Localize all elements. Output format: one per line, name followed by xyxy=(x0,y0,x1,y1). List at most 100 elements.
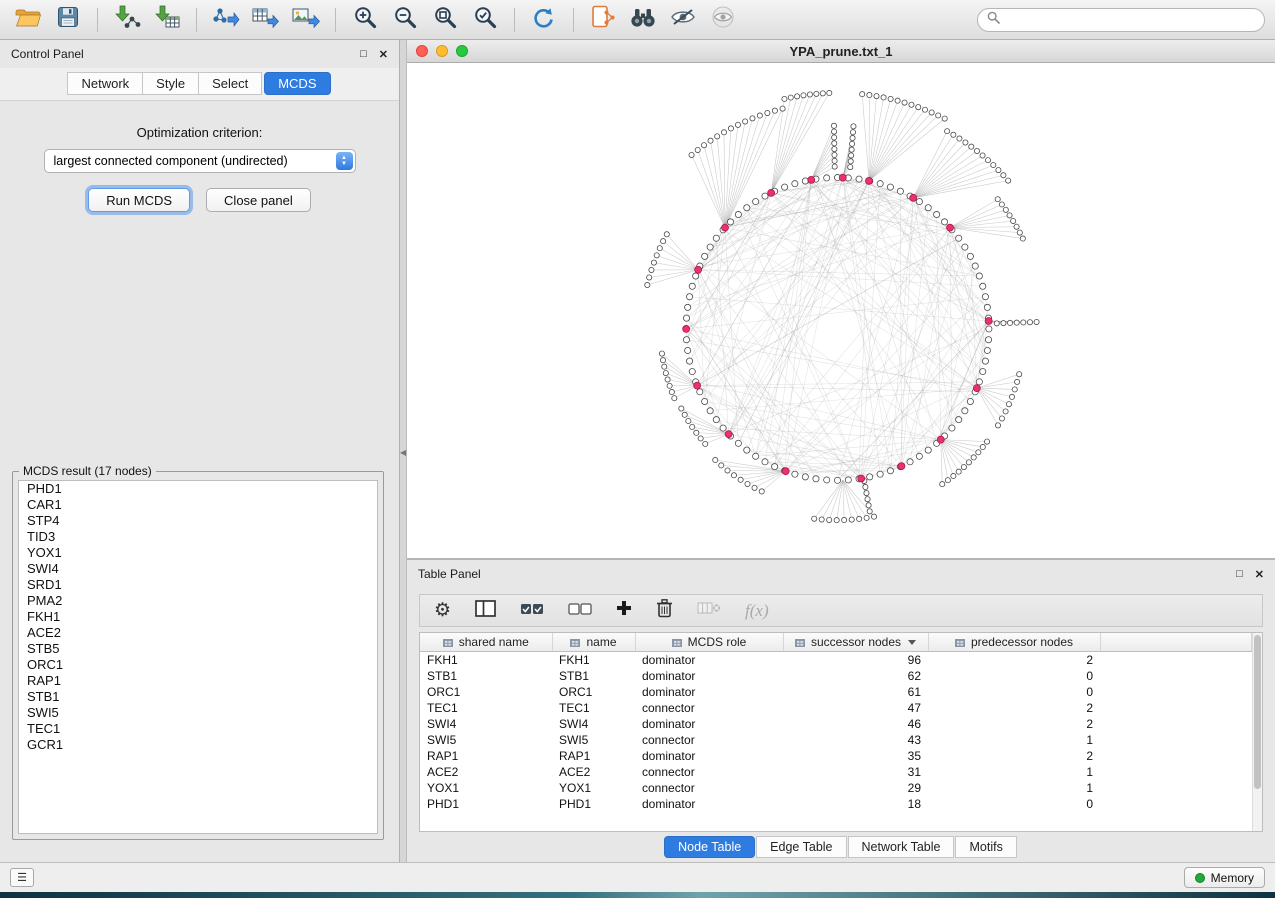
table-cell[interactable]: TEC1 xyxy=(420,700,552,716)
result-list-item[interactable]: PMA2 xyxy=(19,593,377,609)
table-cell[interactable]: RAP1 xyxy=(552,748,635,764)
table-cell[interactable]: connector xyxy=(635,764,783,780)
tab-style[interactable]: Style xyxy=(142,72,199,95)
add-column-button[interactable] xyxy=(616,600,632,621)
refresh-button[interactable] xyxy=(526,4,562,36)
network-canvas[interactable] xyxy=(407,63,1275,558)
tab-mcds[interactable]: MCDS xyxy=(264,72,330,95)
window-zoom-traffic-light[interactable] xyxy=(456,45,468,57)
table-row[interactable]: FKH1FKH1dominator962 xyxy=(420,651,1252,668)
optimization-dropdown[interactable]: largest connected component (undirected)… xyxy=(44,149,356,173)
close-panel-icon[interactable]: ✕ xyxy=(379,48,388,61)
table-cell[interactable]: ORC1 xyxy=(552,684,635,700)
table-row[interactable]: ACE2ACE2connector311 xyxy=(420,764,1252,780)
close-table-panel-icon[interactable]: ✕ xyxy=(1255,568,1264,581)
table-cell[interactable]: ORC1 xyxy=(420,684,552,700)
search-input[interactable] xyxy=(1006,13,1255,27)
save-session-button[interactable] xyxy=(50,4,86,36)
table-cell[interactable]: 1 xyxy=(928,732,1100,748)
import-table-button[interactable] xyxy=(149,4,185,36)
table-cell[interactable]: SWI5 xyxy=(552,732,635,748)
memory-button[interactable]: Memory xyxy=(1184,867,1265,888)
table-cell[interactable]: connector xyxy=(635,732,783,748)
table-row[interactable]: RAP1RAP1dominator352 xyxy=(420,748,1252,764)
table-row[interactable]: TEC1TEC1connector472 xyxy=(420,700,1252,716)
table-cell[interactable]: SWI5 xyxy=(420,732,552,748)
table-cell[interactable]: TEC1 xyxy=(552,700,635,716)
search-network-button[interactable] xyxy=(625,4,661,36)
zoom-selected-button[interactable] xyxy=(467,4,503,36)
column-header-name[interactable]: name xyxy=(552,633,635,651)
deselect-all-button[interactable] xyxy=(568,602,592,620)
table-cell[interactable]: 2 xyxy=(928,651,1100,668)
table-cell[interactable]: ACE2 xyxy=(552,764,635,780)
import-network-button[interactable] xyxy=(109,4,145,36)
result-list-item[interactable]: ACE2 xyxy=(19,625,377,641)
table-cell[interactable]: 0 xyxy=(928,684,1100,700)
result-list-item[interactable]: FKH1 xyxy=(19,609,377,625)
share-document-button[interactable] xyxy=(585,4,621,36)
table-cell[interactable]: YOX1 xyxy=(420,780,552,796)
tab-edge-table[interactable]: Edge Table xyxy=(756,836,846,858)
table-cell[interactable]: 0 xyxy=(928,668,1100,684)
table-cell[interactable]: 2 xyxy=(928,748,1100,764)
result-list-item[interactable]: CAR1 xyxy=(19,497,377,513)
table-row[interactable]: SWI4SWI4dominator462 xyxy=(420,716,1252,732)
result-list-item[interactable]: TEC1 xyxy=(19,721,377,737)
table-scrollbar[interactable] xyxy=(1252,633,1262,831)
table-cell[interactable]: 96 xyxy=(783,651,928,668)
table-cell[interactable]: 43 xyxy=(783,732,928,748)
table-cell[interactable]: 31 xyxy=(783,764,928,780)
tab-network[interactable]: Network xyxy=(67,72,143,95)
table-cell[interactable]: 0 xyxy=(928,796,1100,812)
export-network-button[interactable] xyxy=(208,4,244,36)
table-cell[interactable]: 46 xyxy=(783,716,928,732)
table-cell[interactable]: SWI4 xyxy=(552,716,635,732)
column-header-successor-nodes[interactable]: successor nodes xyxy=(783,633,928,651)
run-mcds-button[interactable]: Run MCDS xyxy=(88,188,190,212)
vertical-splitter[interactable]: ◀ xyxy=(400,40,407,862)
table-cell[interactable]: YOX1 xyxy=(552,780,635,796)
zoom-out-button[interactable] xyxy=(387,4,423,36)
table-cell[interactable]: dominator xyxy=(635,684,783,700)
float-panel-icon[interactable]: □ xyxy=(360,48,367,61)
export-table-button[interactable] xyxy=(248,4,284,36)
close-panel-button[interactable]: Close panel xyxy=(206,188,311,212)
export-image-button[interactable] xyxy=(288,4,324,36)
tab-select[interactable]: Select xyxy=(198,72,262,95)
search-box[interactable] xyxy=(977,8,1265,32)
result-list-item[interactable]: SWI5 xyxy=(19,705,377,721)
select-all-button[interactable] xyxy=(520,602,544,620)
table-cell[interactable]: FKH1 xyxy=(420,651,552,668)
table-cell[interactable]: dominator xyxy=(635,796,783,812)
result-list-item[interactable]: PHD1 xyxy=(19,481,377,497)
window-close-traffic-light[interactable] xyxy=(416,45,428,57)
network-graph[interactable] xyxy=(407,63,1275,558)
table-cell[interactable]: 47 xyxy=(783,700,928,716)
scrollbar-thumb[interactable] xyxy=(1254,635,1261,789)
tab-node-table[interactable]: Node Table xyxy=(664,836,755,858)
table-cell[interactable]: dominator xyxy=(635,716,783,732)
table-cell[interactable]: 2 xyxy=(928,700,1100,716)
table-cell[interactable]: SWI4 xyxy=(420,716,552,732)
result-list-item[interactable]: RAP1 xyxy=(19,673,377,689)
delete-column-button[interactable] xyxy=(656,598,673,623)
open-file-button[interactable] xyxy=(10,4,46,36)
table-cell[interactable]: 2 xyxy=(928,716,1100,732)
result-list-item[interactable]: SWI4 xyxy=(19,561,377,577)
tab-network-table[interactable]: Network Table xyxy=(848,836,955,858)
column-header-mcds-role[interactable]: MCDS role xyxy=(635,633,783,651)
function-builder-button[interactable]: f(x) xyxy=(745,601,769,621)
column-layout-button[interactable] xyxy=(475,600,496,622)
table-cell[interactable]: dominator xyxy=(635,651,783,668)
table-cell[interactable]: RAP1 xyxy=(420,748,552,764)
table-cell[interactable]: connector xyxy=(635,700,783,716)
window-minimize-traffic-light[interactable] xyxy=(436,45,448,57)
result-list-item[interactable]: SRD1 xyxy=(19,577,377,593)
result-list-item[interactable]: STB5 xyxy=(19,641,377,657)
table-row[interactable]: PHD1PHD1dominator180 xyxy=(420,796,1252,812)
table-row[interactable]: YOX1YOX1connector291 xyxy=(420,780,1252,796)
result-list-item[interactable]: STP4 xyxy=(19,513,377,529)
table-row[interactable]: STB1STB1dominator620 xyxy=(420,668,1252,684)
hide-elements-button[interactable] xyxy=(665,4,701,36)
